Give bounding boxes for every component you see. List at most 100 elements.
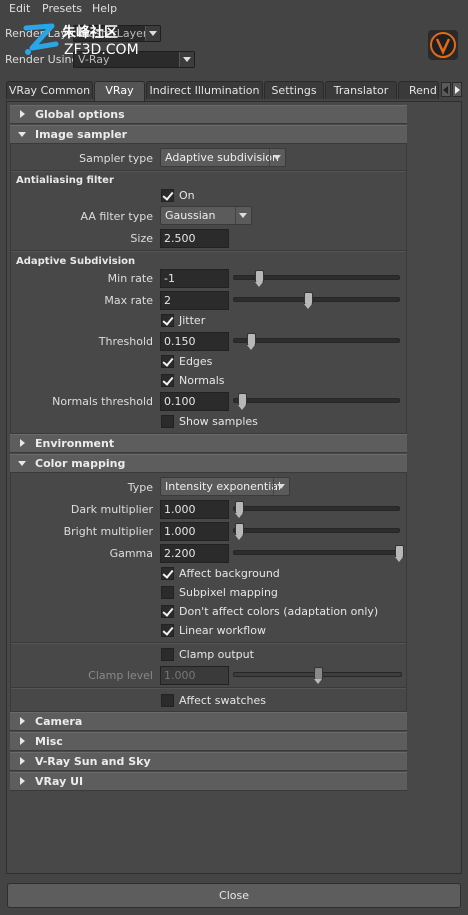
section-image-sampler[interactable]: Image sampler: [10, 125, 407, 144]
chevron-down-icon: [273, 478, 289, 495]
normals-threshold-slider[interactable]: [233, 393, 400, 410]
normals-threshold-label: Normals threshold: [52, 395, 153, 408]
divider: [11, 170, 406, 172]
check-icon: [162, 605, 174, 617]
section-misc[interactable]: Misc: [10, 732, 407, 751]
chevron-down-icon: [235, 207, 251, 224]
aa-filter-header: Antialiasing filter: [16, 175, 114, 186]
bright-multiplier-field[interactable]: 1.000: [160, 522, 229, 541]
edges-checkbox[interactable]: [161, 355, 174, 368]
dont-affect-colors-label: Don't affect colors (adaptation only): [179, 605, 379, 618]
linear-workflow-label: Linear workflow: [179, 624, 266, 637]
sampler-type-dropdown[interactable]: Adaptive subdivision: [160, 148, 286, 167]
section-title: Misc: [35, 735, 63, 748]
tab-translator[interactable]: Translator: [325, 81, 397, 99]
show-samples-label: Show samples: [179, 415, 258, 428]
menu-presets[interactable]: Presets: [42, 2, 82, 15]
check-icon: [162, 567, 174, 579]
size-field[interactable]: 2.500: [160, 229, 229, 248]
min-rate-field[interactable]: -1: [160, 269, 229, 288]
section-title: Camera: [35, 715, 83, 728]
section-title: V-Ray Sun and Sky: [35, 755, 151, 768]
cm-type-label: Type: [127, 481, 153, 494]
section-color-mapping[interactable]: Color mapping: [10, 454, 407, 473]
expand-icon: [20, 777, 25, 785]
section-title: Environment: [35, 437, 115, 450]
min-rate-slider[interactable]: [233, 270, 400, 287]
section-camera[interactable]: Camera: [10, 712, 407, 731]
threshold-label: Threshold: [98, 335, 153, 348]
menu-edit[interactable]: Edit: [9, 2, 30, 15]
check-icon: [162, 624, 174, 636]
close-button[interactable]: Close: [7, 883, 461, 908]
aa-filter-type-dropdown[interactable]: Gaussian: [160, 206, 252, 225]
aa-filter-type-label: AA filter type: [80, 210, 153, 223]
tab-indirect-illumination[interactable]: Indirect Illumination: [146, 81, 263, 99]
menu-help[interactable]: Help: [92, 2, 117, 15]
tab-bar: VRay Common VRay Indirect Illumination S…: [0, 81, 468, 101]
normals-checkbox[interactable]: [161, 374, 174, 387]
slider-handle[interactable]: [246, 333, 256, 350]
slider-handle[interactable]: [238, 393, 248, 410]
expand-icon: [20, 737, 25, 745]
threshold-field[interactable]: 0.150: [160, 332, 229, 351]
section-sun-and-sky[interactable]: V-Ray Sun and Sky: [10, 752, 407, 771]
watermark-en: ZF3D.COM: [64, 42, 139, 58]
slider-handle: [313, 667, 323, 684]
normals-threshold-field[interactable]: 0.100: [160, 392, 229, 411]
normals-label: Normals: [179, 374, 225, 387]
slider-handle[interactable]: [395, 545, 404, 562]
section-title: Image sampler: [35, 128, 128, 141]
clamp-output-checkbox[interactable]: [161, 648, 174, 661]
clamp-output-label: Clamp output: [179, 648, 254, 661]
affect-swatches-checkbox[interactable]: [161, 694, 174, 707]
collapse-icon: [18, 132, 26, 137]
tab-scroll-right-icon[interactable]: [452, 82, 462, 97]
threshold-slider[interactable]: [233, 333, 400, 350]
max-rate-label: Max rate: [104, 294, 153, 307]
tab-scroll-left-icon[interactable]: [441, 82, 451, 97]
edges-label: Edges: [179, 355, 213, 368]
slider-handle[interactable]: [304, 292, 314, 309]
gamma-slider[interactable]: [233, 545, 404, 562]
min-rate-label: Min rate: [107, 272, 153, 285]
show-samples-checkbox[interactable]: [161, 415, 174, 428]
tab-settings[interactable]: Settings: [264, 81, 324, 99]
subpixel-mapping-checkbox[interactable]: [161, 586, 174, 599]
tab-vray[interactable]: VRay: [94, 81, 145, 101]
affect-background-checkbox[interactable]: [161, 567, 174, 580]
clamp-level-slider: [233, 667, 402, 684]
slider-handle[interactable]: [234, 501, 244, 518]
section-title: VRay UI: [35, 775, 84, 788]
aa-filter-type-value: Gaussian: [165, 209, 216, 222]
section-environment[interactable]: Environment: [10, 434, 407, 453]
jitter-checkbox[interactable]: [161, 314, 174, 327]
check-icon: [162, 355, 174, 367]
tab-vray-common[interactable]: VRay Common: [6, 81, 93, 99]
dark-multiplier-field[interactable]: 1.000: [160, 500, 229, 519]
max-rate-slider[interactable]: [233, 292, 400, 309]
section-vray-ui[interactable]: VRay UI: [10, 772, 407, 791]
dont-affect-colors-checkbox[interactable]: [161, 605, 174, 618]
dark-multiplier-label: Dark multiplier: [70, 503, 153, 516]
aa-on-checkbox[interactable]: [161, 189, 174, 202]
max-rate-field[interactable]: 2: [160, 291, 229, 310]
bright-multiplier-slider[interactable]: [233, 523, 400, 540]
sampler-type-label: Sampler type: [79, 152, 153, 165]
expand-icon: [20, 110, 25, 118]
collapse-icon: [18, 461, 26, 466]
gamma-label: Gamma: [109, 547, 153, 560]
section-global-options[interactable]: Global options: [10, 105, 407, 124]
scrollbar-area: [410, 106, 458, 869]
slider-handle[interactable]: [254, 270, 264, 287]
divider: [11, 250, 406, 252]
dark-multiplier-slider[interactable]: [233, 501, 400, 518]
linear-workflow-checkbox[interactable]: [161, 624, 174, 637]
gamma-field[interactable]: 2.200: [160, 544, 229, 563]
slider-handle[interactable]: [234, 523, 244, 540]
cm-type-dropdown[interactable]: Intensity exponential: [160, 477, 290, 496]
adaptive-subdivision-header: Adaptive Subdivision: [16, 256, 136, 267]
chevron-down-icon: [145, 26, 160, 41]
check-icon: [162, 189, 174, 201]
tab-rend[interactable]: Rend: [398, 81, 439, 99]
